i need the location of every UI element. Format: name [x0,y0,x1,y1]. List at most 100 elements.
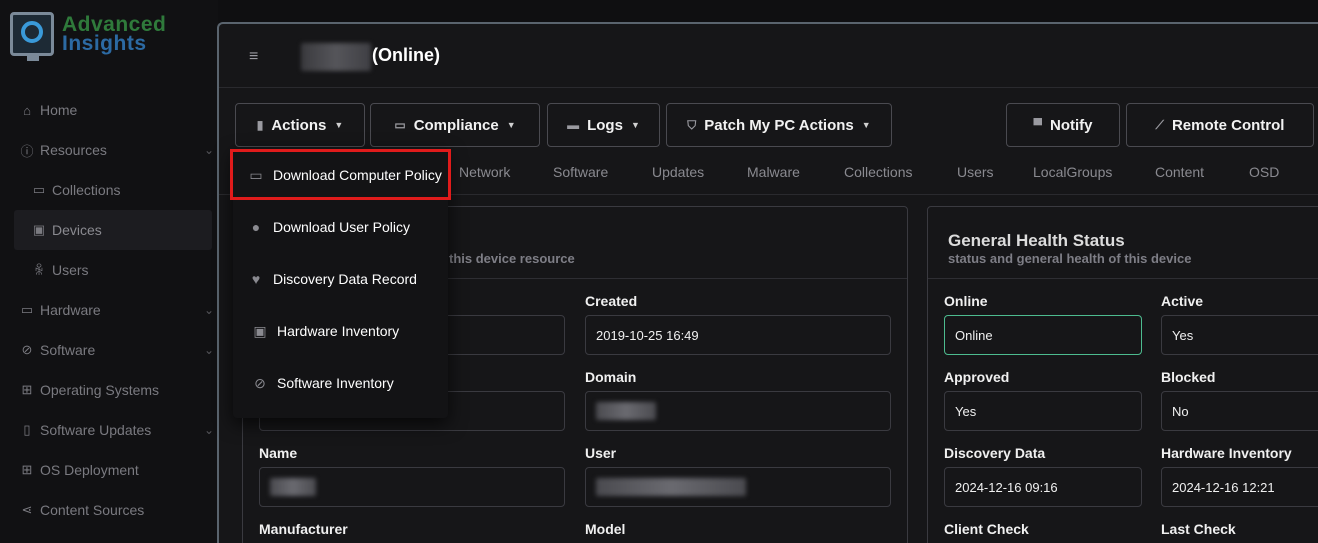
actions-button[interactable]: ▮ Actions ▼ [235,103,365,147]
chevron-down-icon: ⌄ [203,143,214,157]
menu-item-hardware-inventory[interactable]: ▣ Hardware Inventory [233,309,448,353]
last-check-label: Last Check [1161,521,1236,537]
menu-item-download-user-policy[interactable]: ● Download User Policy [233,205,448,249]
sidebar-item-label: Home [40,102,78,118]
online-label: Online [944,293,988,309]
domain-field [585,391,891,431]
user-field [585,467,891,507]
chip-icon: ▣ [253,322,267,339]
manufacturer-label: Manufacturer [259,521,348,537]
message-icon: ▀ [1033,118,1042,132]
card-subtitle: this device resource [449,251,575,266]
sidebar-item-label: Devices [52,222,102,238]
hardware-icon: ▭ [20,302,34,317]
model-label: Model [585,521,626,537]
sidebar-nav: ⌂ Home ⓘ Resources ⌄ ▭ Collections ▣ Dev… [0,90,218,530]
menu-item-software-inventory[interactable]: ⊘ Software Inventory [233,361,448,405]
redacted-value [596,402,656,420]
hardware-inventory-label: Hardware Inventory [1161,445,1292,461]
device-name-redacted [301,43,371,71]
tab-malware[interactable]: Malware [747,164,800,180]
user-icon: ● [251,219,261,235]
sidebar-item-home[interactable]: ⌂ Home [0,90,218,130]
sidebar-item-label: Content Sources [40,502,145,518]
updates-icon: ▯ [23,422,31,437]
sidebar-item-label: Hardware [40,302,101,318]
sidebar-item-os-deployment[interactable]: ⊞ OS Deployment [0,450,218,490]
sidebar-item-software-updates[interactable]: ▯ Software Updates ⌄ [0,410,218,450]
tab-collections[interactable]: Collections [844,164,912,180]
patch-my-pc-actions-button[interactable]: ⛉ Patch My PC Actions ▼ [666,103,892,147]
name-field [259,467,565,507]
device-status: (Online) [372,45,440,65]
disc-icon: ⊘ [254,374,266,391]
heart-icon: ♥ [251,271,261,287]
logs-button[interactable]: ▬ Logs ▼ [547,103,660,147]
menu-icon[interactable]: ≡ [249,48,258,66]
logo-icon [10,12,54,61]
hardware-inventory-field: 2024-12-16 12:21 [1161,467,1318,507]
tab-updates[interactable]: Updates [652,164,704,180]
software-icon: ⊘ [21,342,33,357]
sidebar-item-label: Software Updates [40,422,152,438]
caret-down-icon: ▼ [630,120,640,130]
sidebar-item-users[interactable]: ꆜ Users [0,250,218,290]
remote-icon: ⟋ [1155,117,1164,132]
blocked-field: No [1161,391,1318,431]
patch-button-label: Patch My PC Actions [704,116,854,134]
tab-software[interactable]: Software [553,164,608,180]
remote-control-button[interactable]: ⟋ Remote Control [1126,103,1314,147]
sidebar-item-label: Collections [52,182,121,198]
notify-button[interactable]: ▀ Notify [1006,103,1120,147]
remote-button-label: Remote Control [1171,116,1285,134]
domain-label: Domain [585,369,637,385]
menu-item-label: Hardware Inventory [277,323,400,339]
devices-icon: ▣ [32,222,46,237]
chevron-down-icon: ⌄ [203,303,214,317]
windows-icon: ⊞ [21,382,33,397]
sidebar: Advanced Insights ⌂ Home ⓘ Resources ⌄ ▭… [0,0,218,543]
user-label: User [585,445,617,461]
caret-down-icon: ▼ [506,120,516,130]
online-field: Online [944,315,1142,355]
card-title: General Health Status [948,231,1125,250]
created-field: 2019-10-25 16:49 [585,315,891,355]
redacted-value [270,478,316,496]
monitor-icon: ▭ [394,118,406,132]
created-label: Created [585,293,638,309]
sidebar-item-label: Operating Systems [40,382,160,398]
clipboard-icon: ▮ [256,118,264,132]
compliance-button[interactable]: ▭ Compliance ▼ [370,103,540,147]
tab-localgroups[interactable]: LocalGroups [1033,164,1112,180]
client-check-label: Client Check [944,521,1029,537]
sidebar-item-hardware[interactable]: ▭ Hardware ⌄ [0,290,218,330]
compliance-button-label: Compliance [413,116,499,134]
sidebar-item-software[interactable]: ⊘ Software ⌄ [0,330,218,370]
info-icon: ⓘ [20,143,34,159]
shield-icon: ⛉ [687,117,697,132]
discovery-data-label: Discovery Data [944,445,1046,461]
sidebar-item-operating-systems[interactable]: ⊞ Operating Systems [0,370,218,410]
actions-button-label: Actions [271,116,327,134]
general-health-card: General Health Status status and general… [927,206,1318,543]
sidebar-item-content-sources[interactable]: ⋖ Content Sources [0,490,218,530]
share-icon: ⋖ [21,502,33,517]
device-header: ≡ (Online) [219,24,1318,88]
redacted-value [596,478,746,496]
caret-down-icon: ▼ [334,120,344,130]
app-logo[interactable]: Advanced Insights [10,12,166,61]
tab-osd[interactable]: OSD [1249,164,1279,180]
tab-network[interactable]: Network [459,164,510,180]
sidebar-item-label: Resources [40,142,107,158]
sidebar-item-resources[interactable]: ⓘ Resources ⌄ [0,130,218,170]
sidebar-item-collections[interactable]: ▭ Collections [0,170,218,210]
approved-label: Approved [944,369,1010,385]
sidebar-item-devices[interactable]: ▣ Devices [14,210,212,250]
active-field: Yes [1161,315,1318,355]
menu-item-label: Discovery Data Record [273,271,417,287]
logs-button-label: Logs [587,116,623,134]
menu-item-discovery-data-record[interactable]: ♥ Discovery Data Record [233,257,448,301]
tab-content[interactable]: Content [1155,164,1204,180]
home-icon: ⌂ [23,102,31,118]
tab-users[interactable]: Users [957,164,994,180]
